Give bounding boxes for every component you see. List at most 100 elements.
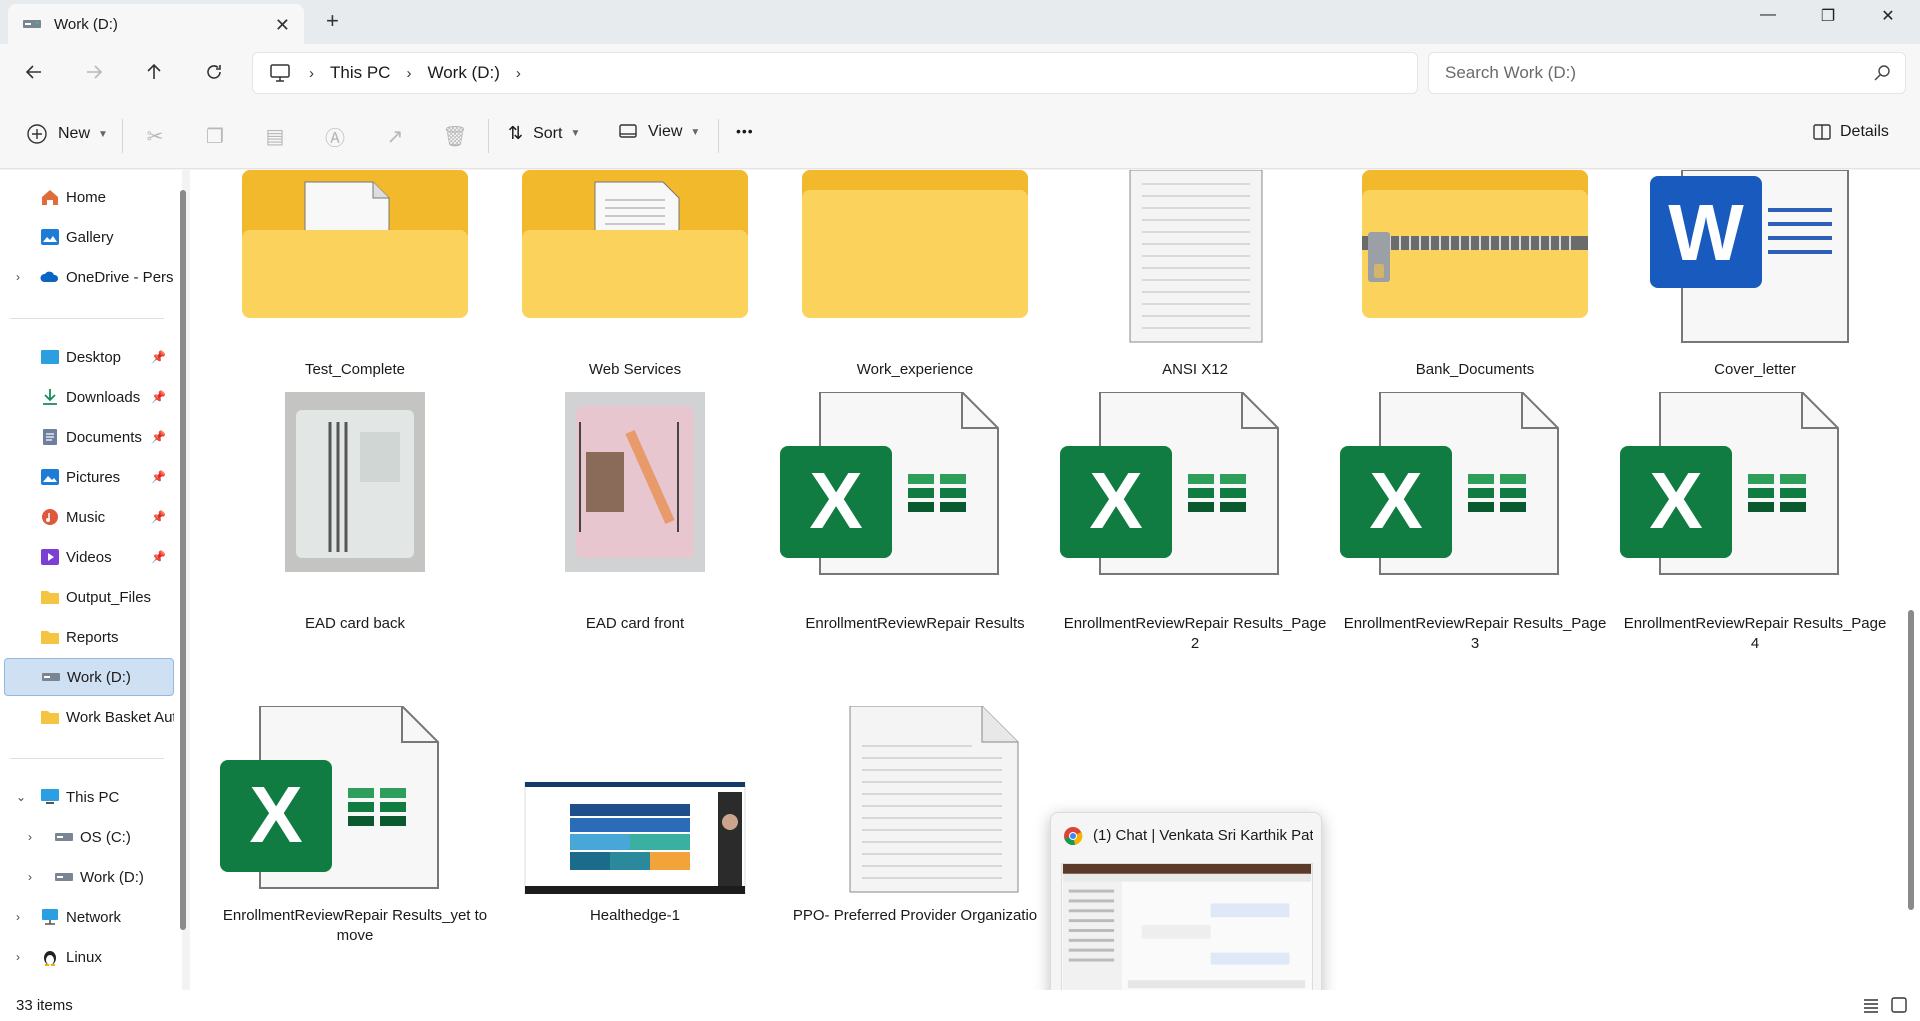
sidebar-label: OneDrive - Perso [66,268,174,286]
sidebar-label: Desktop [66,348,122,366]
excel-document-icon: X [220,706,439,889]
svg-text:X: X [1089,456,1142,545]
forward-button[interactable] [78,58,110,86]
trash-icon: 🗑 [442,125,468,148]
divider [718,119,719,153]
pc-icon [270,64,290,82]
more-options-button[interactable]: ••• [736,123,754,139]
zip-folder-icon [1362,170,1588,318]
chevron-right-icon[interactable]: › [516,65,521,82]
close-window-button[interactable]: ✕ [1868,6,1908,26]
maximize-button[interactable]: ❐ [1808,6,1848,26]
word-document-icon: W [1650,170,1849,343]
sidebar-label: Pictures [66,468,121,486]
sort-icon: ⇅ [508,123,524,143]
photo-thumbnail [285,392,425,572]
sidebar-item-gallery[interactable]: Gallery [4,218,174,256]
downloads-icon [43,389,57,405]
sidebar-item-music[interactable]: Music 📌 [4,498,174,536]
taskbar-preview-popup[interactable]: (1) Chat | Venkata Sri Karthik Pat... [1050,812,1322,1004]
file-name: EnrollmentReviewRepair Results_Page 2 [1063,615,1327,652]
rename-button[interactable]: Ⓐ [322,123,348,150]
sidebar-label: Reports [66,628,119,646]
copy-button[interactable]: ❐ [202,123,228,149]
details-view-icon[interactable] [1862,996,1880,1014]
cut-button[interactable]: ✂ [142,123,168,149]
chevron-down-icon: ▼ [690,126,701,138]
popup-title: (1) Chat | Venkata Sri Karthik Pat... [1093,827,1313,844]
refresh-button[interactable] [198,58,230,86]
sidebar-item-os-c[interactable]: OS (C:) [4,818,174,856]
search-input[interactable]: Search Work (D:) [1428,52,1906,94]
sort-button[interactable]: ⇅ Sort ▼ [508,123,580,144]
sidebar-item-output-files[interactable]: Output_Files [4,578,174,616]
share-icon: ↗ [386,125,404,148]
up-button[interactable] [138,58,170,86]
sidebar-label: Work (D:) [80,868,144,886]
minimize-button[interactable]: — [1748,6,1788,24]
sidebar-item-downloads[interactable]: Downloads 📌 [4,378,174,416]
sidebar-label: Home [66,188,107,206]
back-button[interactable] [18,58,50,86]
sidebar-item-network[interactable]: Network [4,898,174,936]
photo-thumbnail [565,392,705,572]
gallery-icon [41,229,59,245]
sidebar-item-work-d[interactable]: Work (D:) [4,658,174,696]
navigation-pane: Home Gallery › OneDrive - Perso Desktop … [0,170,182,990]
close-tab-icon[interactable]: ✕ [275,15,290,36]
folder-icon [41,711,59,724]
sidebar-label: Work (D:) [67,668,131,686]
file-name: Test_Complete [304,361,406,378]
sidebar-item-pictures[interactable]: Pictures 📌 [4,458,174,496]
chevron-down-icon: ▼ [570,128,581,139]
pin-icon: 📌 [151,390,166,404]
paste-button[interactable]: ▤ [262,123,288,149]
folder-icon [41,631,59,644]
sidebar-item-work-d-2[interactable]: Work (D:) [4,858,174,896]
share-button[interactable]: ↗ [382,123,408,149]
slide-thumbnail [524,782,746,894]
sidebar-item-videos[interactable]: Videos 📌 [4,538,174,576]
sidebar-item-documents[interactable]: Documents 📌 [4,418,174,456]
copy-icon: ❐ [206,125,224,148]
drive-icon [23,20,41,28]
text-document-icon [1129,170,1263,343]
tab-work-d[interactable]: Work (D:) ✕ [8,4,304,44]
view-button[interactable]: View ▼ [618,123,700,141]
file-name: EAD card back [304,615,406,632]
drive-icon [42,673,60,681]
content-scrollbar[interactable] [1908,610,1914,910]
sidebar-item-desktop[interactable]: Desktop 📌 [4,338,174,376]
file-name: EnrollmentReviewRepair Results_yet to mo… [222,907,488,944]
breadcrumb-work-d[interactable]: Work (D:) [427,63,499,83]
folder-icon [522,170,748,318]
chevron-right-icon: › [309,64,314,82]
sidebar-item-linux[interactable]: Linux [4,938,174,976]
address-bar[interactable]: › This PC › Work (D:) › [252,52,1418,94]
search-placeholder: Search Work (D:) [1445,63,1576,82]
details-button[interactable]: Details [1812,123,1889,141]
file-name: EnrollmentReviewRepair Results [805,615,1025,632]
new-label: New [58,125,91,142]
file-name: EAD card front [585,615,685,632]
breadcrumb-this-pc[interactable]: This PC [330,63,390,83]
drive-icon [55,833,73,841]
file-name: Web Services [588,361,682,378]
new-button[interactable]: New ▼ [26,123,108,145]
folder-icon [802,170,1028,318]
refresh-icon [207,65,221,79]
sidebar-item-onedrive[interactable]: OneDrive - Perso [4,258,174,296]
details-label: Details [1840,123,1889,140]
sidebar-scrollbar[interactable] [180,190,186,930]
network-icon [42,909,58,925]
sidebar-item-work-basket[interactable]: Work Basket Aut [4,698,174,736]
large-icons-view-icon[interactable] [1890,996,1908,1014]
excel-document-icon: X [1620,392,1839,575]
svg-text:W: W [1668,188,1744,277]
sidebar-label: Videos [66,548,112,566]
sidebar-item-this-pc[interactable]: This PC [4,778,174,816]
new-tab-button[interactable]: + [326,8,339,34]
sidebar-item-reports[interactable]: Reports [4,618,174,656]
sidebar-item-home[interactable]: Home [4,178,174,216]
delete-button[interactable]: 🗑 [442,123,468,149]
